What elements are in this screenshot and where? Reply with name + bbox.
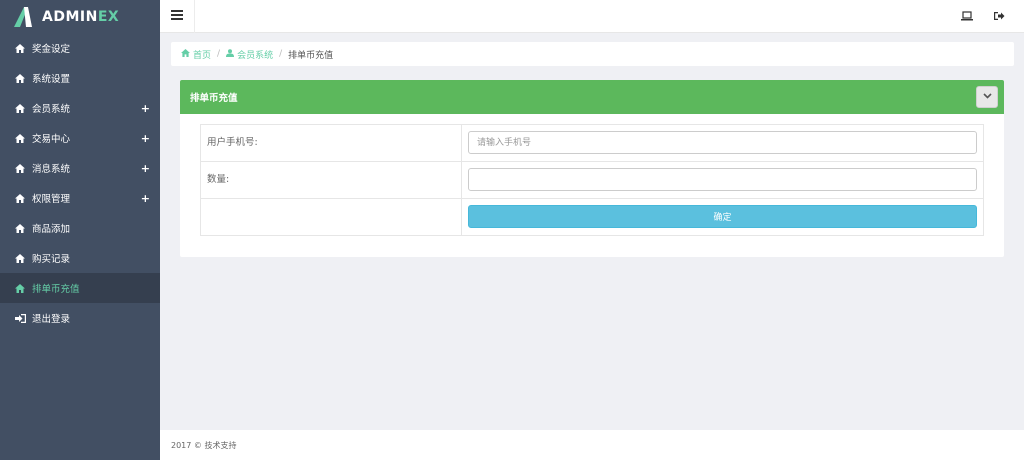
sidebar-item-3[interactable]: 交易中心 +	[0, 123, 160, 153]
home-icon	[14, 223, 26, 233]
expand-plus-icon: +	[140, 191, 150, 205]
expand-plus-icon: +	[140, 131, 150, 145]
form-row-submit: 确定	[200, 198, 984, 236]
sidebar-item-label: 购买记录	[32, 254, 71, 265]
sidebar-item-5[interactable]: 权限管理 +	[0, 183, 160, 213]
hamburger-icon	[171, 10, 183, 23]
sign-in-icon	[14, 313, 26, 323]
logo[interactable]: ADMINEX	[0, 0, 160, 33]
home-icon	[14, 73, 26, 83]
breadcrumb-home-link[interactable]: 首页	[181, 48, 211, 61]
sidebar-item-label: 奖金设定	[32, 44, 71, 55]
home-icon	[14, 193, 26, 203]
sidebar-item-6[interactable]: 商品添加	[0, 213, 160, 243]
sidebar-item-label: 排单币充值	[32, 284, 80, 295]
sidebar-item-label: 权限管理	[32, 194, 71, 205]
sidebar-item-label: 消息系统	[32, 164, 71, 175]
sidebar-item-4[interactable]: 消息系统 +	[0, 153, 160, 183]
breadcrumb-member-link[interactable]: 会员系统	[226, 48, 273, 61]
laptop-icon	[961, 10, 973, 24]
phone-label: 用户手机号:	[200, 124, 462, 162]
user-icon	[226, 48, 235, 60]
laptop-button[interactable]	[960, 10, 974, 24]
panel-collapse-button[interactable]	[976, 86, 998, 108]
breadcrumb-separator: /	[279, 49, 283, 59]
footer: 2017 © 技术支持	[160, 430, 1024, 460]
sidebar-item-1[interactable]: 系统设置	[0, 63, 160, 93]
sidebar-item-label: 会员系统	[32, 104, 71, 115]
recharge-form: 用户手机号: 数量: 确定	[200, 124, 984, 236]
sidebar-item-label: 退出登录	[32, 314, 71, 325]
recharge-panel: 排单币充值 用户手机号: 数量: 确定	[180, 80, 1004, 257]
breadcrumb-separator: /	[217, 49, 221, 59]
form-row-amount: 数量:	[200, 161, 984, 199]
sidebar-item-2[interactable]: 会员系统 +	[0, 93, 160, 123]
home-icon	[14, 283, 26, 293]
logout-button[interactable]	[992, 10, 1006, 24]
empty-cell	[200, 198, 462, 236]
top-header	[160, 0, 1024, 33]
sidebar-item-8[interactable]: 排单币充值	[0, 273, 160, 303]
logo-mark-icon	[12, 5, 36, 29]
home-icon	[14, 163, 26, 173]
sidebar-item-9[interactable]: 退出登录	[0, 303, 160, 333]
panel-header: 排单币充值	[180, 80, 1004, 114]
confirm-button[interactable]: 确定	[468, 205, 977, 228]
sidebar: ADMINEX 奖金设定系统设置会员系统 + 交易中心 + 消息系统 + 权限管理 + 商品添加…	[0, 0, 160, 460]
sidebar-menu: 奖金设定系统设置会员系统 + 交易中心 + 消息系统 + 权限管理 + 商品添加购买记录排单币充…	[0, 33, 160, 333]
expand-plus-icon: +	[140, 101, 150, 115]
breadcrumb: 首页 / 会员系统 / 排单币充值	[171, 42, 1014, 66]
breadcrumb-current: 排单币充值	[288, 50, 334, 61]
chevron-down-icon	[982, 92, 992, 102]
phone-input[interactable]	[468, 131, 977, 154]
home-icon	[14, 253, 26, 263]
home-icon	[14, 43, 26, 53]
home-icon	[14, 133, 26, 143]
form-row-phone: 用户手机号:	[200, 124, 984, 162]
sidebar-item-label: 商品添加	[32, 224, 71, 235]
panel-title: 排单币充值	[190, 93, 238, 104]
sidebar-item-label: 系统设置	[32, 74, 71, 85]
logo-text: ADMINEX	[42, 8, 120, 25]
home-icon	[181, 48, 190, 60]
sidebar-item-7[interactable]: 购买记录	[0, 243, 160, 273]
sidebar-item-label: 交易中心	[32, 134, 71, 145]
amount-label: 数量:	[200, 161, 462, 199]
sidebar-toggle-button[interactable]	[160, 0, 195, 33]
sidebar-item-0[interactable]: 奖金设定	[0, 33, 160, 63]
expand-plus-icon: +	[140, 161, 150, 175]
amount-input[interactable]	[468, 168, 977, 191]
sign-out-icon	[993, 11, 1005, 24]
footer-text: 2017 © 技术支持	[171, 440, 237, 450]
home-icon	[14, 103, 26, 113]
